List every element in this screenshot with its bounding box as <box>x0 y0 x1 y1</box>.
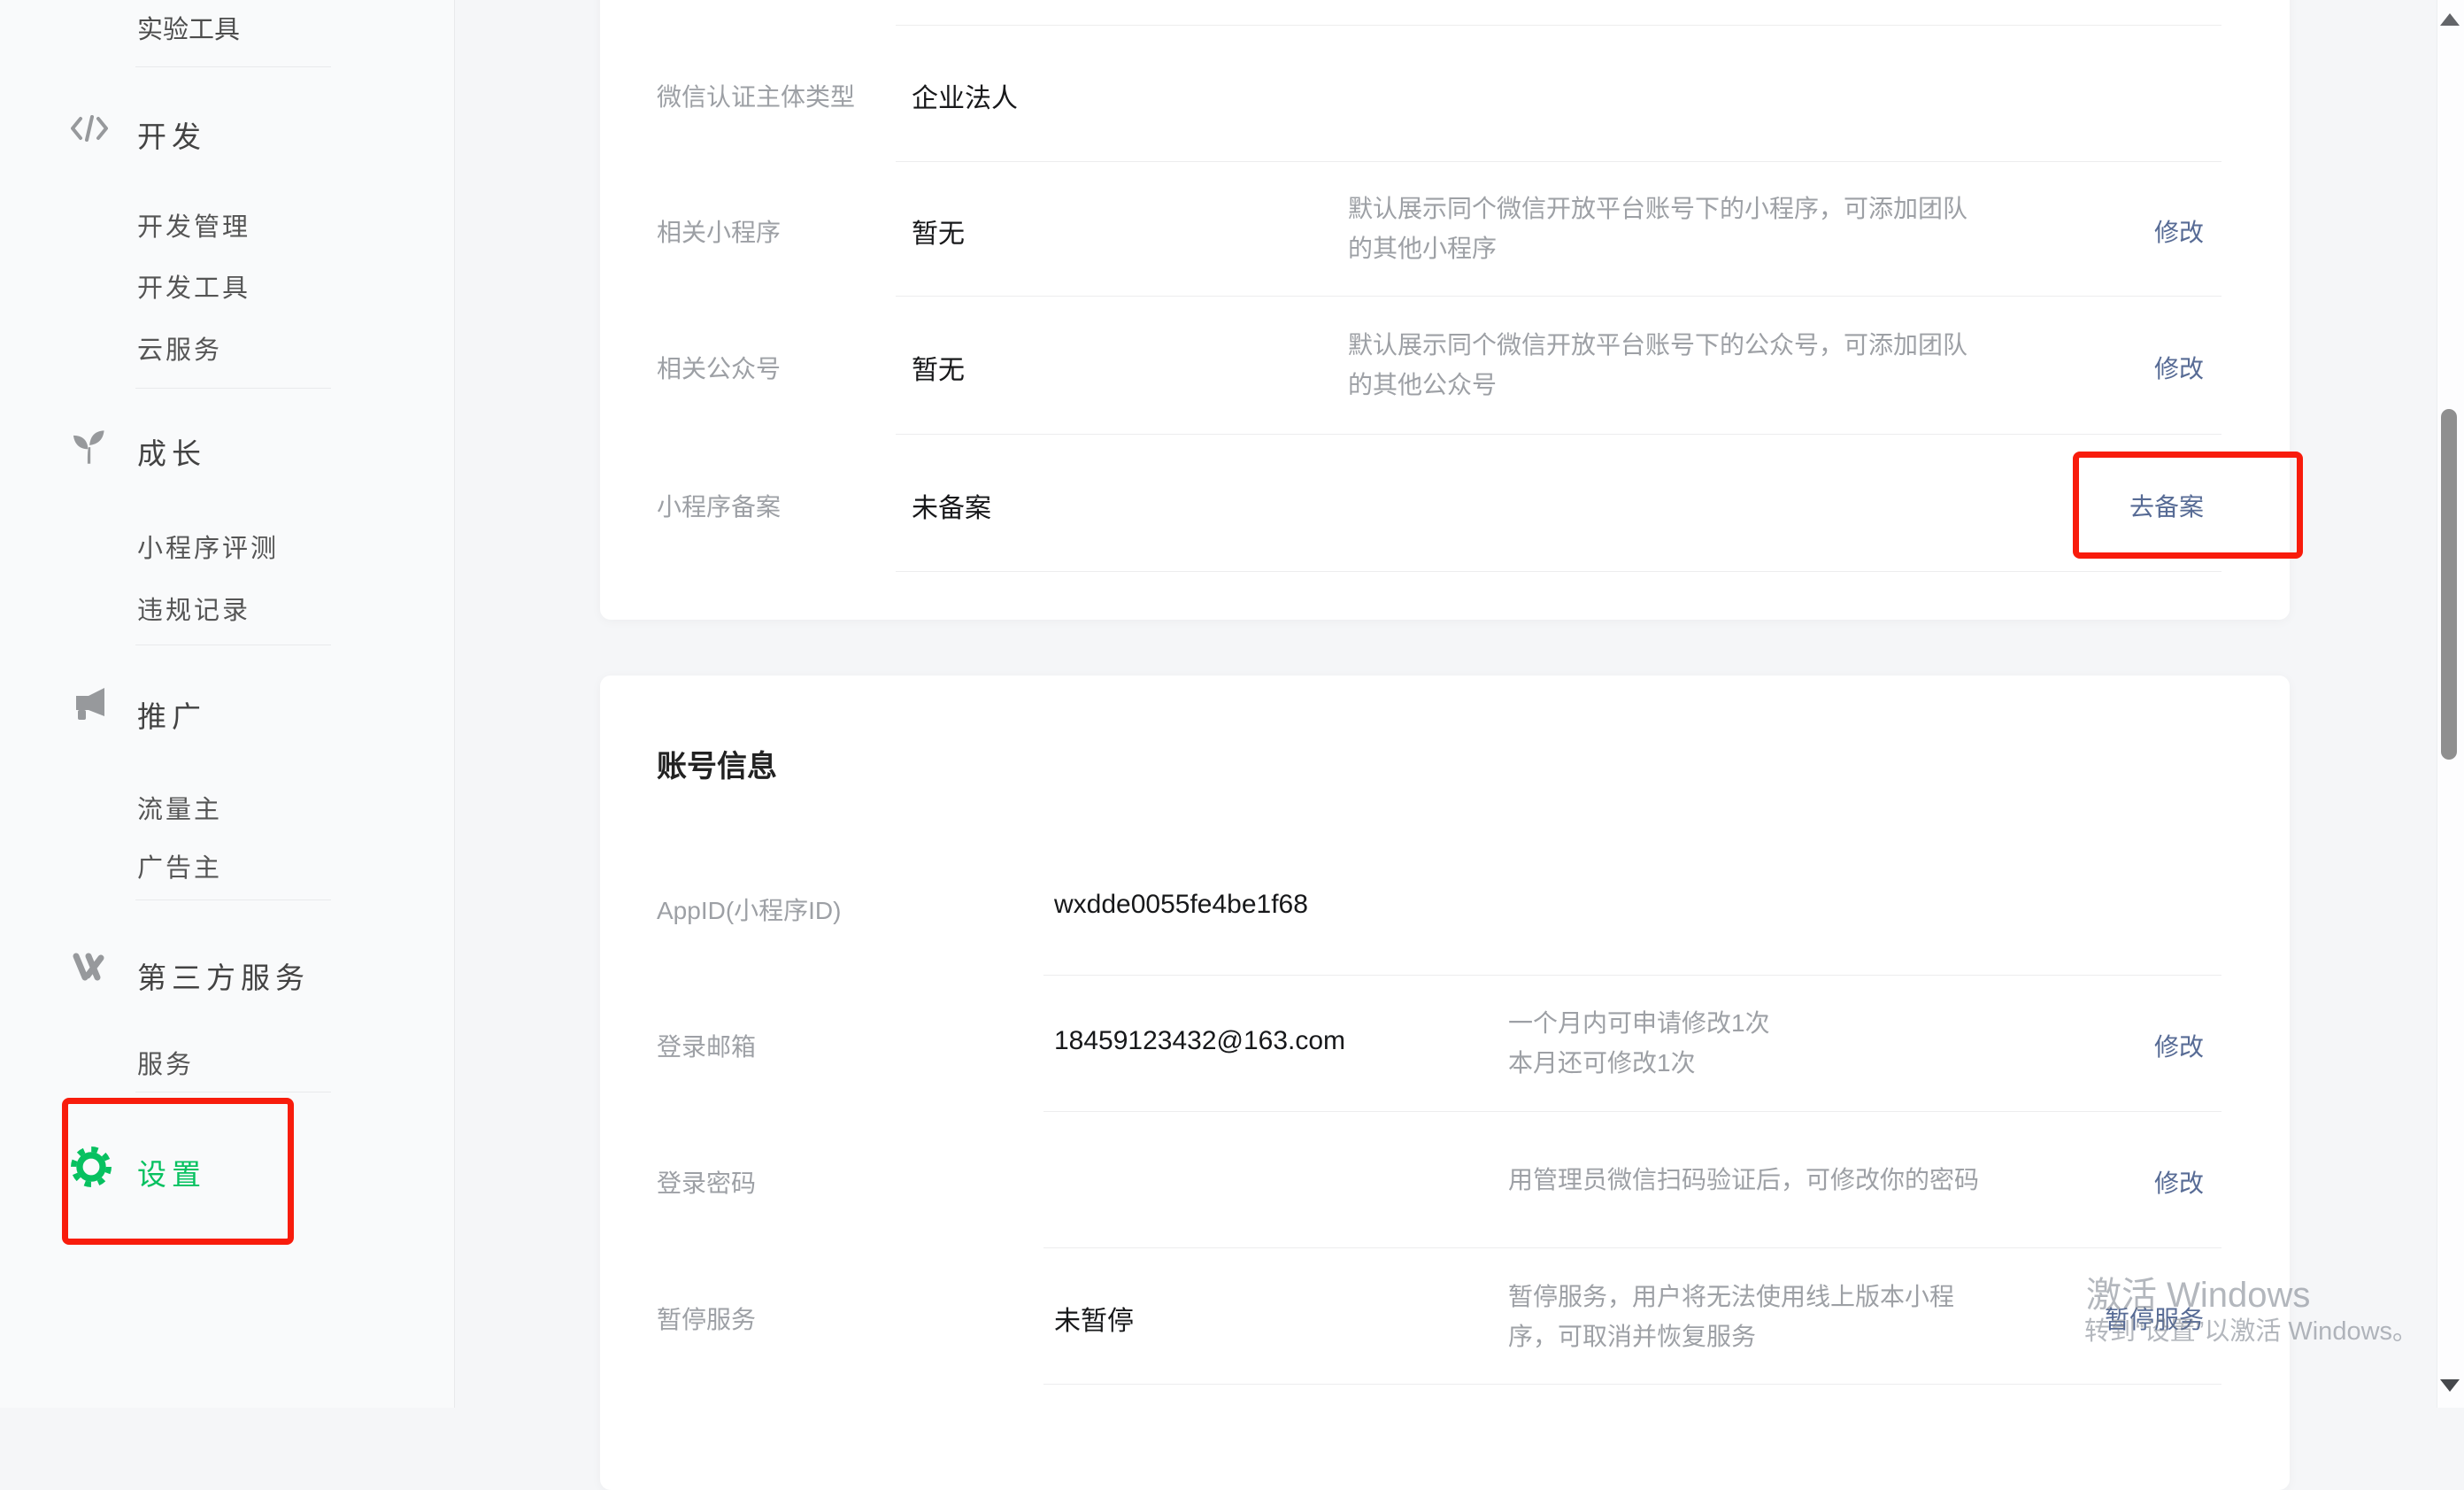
field-value-suspend-service: 未暂停 <box>1054 1299 1134 1338</box>
megaphone-icon <box>69 686 110 728</box>
third-party-icon <box>69 949 110 989</box>
scroll-down-arrow-icon[interactable] <box>2440 1379 2460 1392</box>
modify-login-password-link[interactable]: 修改 <box>2154 1164 2204 1200</box>
field-label-related-miniprograms: 相关小程序 <box>657 213 781 249</box>
field-label-appid: AppID(小程序ID) <box>657 892 841 927</box>
sidebar-item-dev-tools[interactable]: 开发工具 <box>137 267 250 305</box>
field-note-suspend-service: 暂停服务，用户将无法使用线上版本小程 序，可取消并恢复服务 <box>1508 1277 1954 1356</box>
sidebar-section-third-party[interactable]: 第三方服务 <box>137 954 310 997</box>
scrollbar-thumb[interactable] <box>2441 409 2457 760</box>
sidebar-item-advertiser[interactable]: 广告主 <box>137 847 222 884</box>
field-note-related-official-accounts: 默认展示同个微信开放平台账号下的公众号，可添加团队 的其他公众号 <box>1348 325 1967 405</box>
sidebar-item-violation-records[interactable]: 违规记录 <box>137 590 250 627</box>
row-divider <box>896 434 2221 435</box>
scroll-up-arrow-icon[interactable] <box>2440 13 2460 26</box>
sidebar-divider <box>135 899 331 900</box>
sidebar-section-dev[interactable]: 开发 <box>137 113 206 156</box>
modify-related-official-accounts-link[interactable]: 修改 <box>2154 350 2204 385</box>
sidebar-item-cloud-service[interactable]: 云服务 <box>137 329 222 367</box>
field-label-suspend-service: 暂停服务 <box>657 1301 756 1336</box>
field-value-miniprogram-icp-filing: 未备案 <box>912 486 991 525</box>
field-value-related-miniprograms: 暂无 <box>912 212 965 251</box>
sidebar-divider <box>135 388 331 389</box>
field-label-login-password: 登录密码 <box>657 1164 756 1200</box>
sidebar-divider <box>135 66 331 67</box>
row-divider <box>896 161 2221 162</box>
field-note-login-password: 用管理员微信扫码验证后，可修改你的密码 <box>1508 1160 1979 1200</box>
sidebar-item-miniprogram-evaluation[interactable]: 小程序评测 <box>137 528 279 565</box>
field-label-login-email: 登录邮箱 <box>657 1028 756 1063</box>
sidebar-item-dev-manage[interactable]: 开发管理 <box>137 206 250 243</box>
account-info-title: 账号信息 <box>657 742 777 785</box>
go-to-icp-filing-link[interactable]: 去备案 <box>2129 488 2204 523</box>
field-label-related-official-accounts: 相关公众号 <box>657 350 781 385</box>
gear-icon <box>71 1146 112 1192</box>
sidebar-item-experiment-tools[interactable]: 实验工具 <box>137 9 240 46</box>
field-label-cert-subject-type: 微信认证主体类型 <box>657 78 855 113</box>
account-info-card: 账号信息 AppID(小程序ID) wxdde0055fe4be1f68 登录邮… <box>600 676 2290 1490</box>
row-divider <box>1043 1384 2221 1385</box>
row-divider <box>1043 975 2221 976</box>
sprout-icon <box>69 427 108 470</box>
sidebar-section-settings[interactable]: 设置 <box>137 1151 206 1193</box>
field-note-login-email: 一个月内可申请修改1次 本月还可修改1次 <box>1508 1003 1770 1083</box>
row-divider <box>1043 1247 2221 1248</box>
modify-related-miniprograms-link[interactable]: 修改 <box>2154 213 2204 249</box>
field-value-appid: wxdde0055fe4be1f68 <box>1054 890 1308 920</box>
sidebar: 实验工具 开发 开发管理 开发工具 云服务 成长 小程序评测 违规记录 推广 流… <box>0 0 455 1408</box>
sidebar-item-traffic-owner[interactable]: 流量主 <box>137 789 222 826</box>
sidebar-item-service[interactable]: 服务 <box>137 1044 194 1081</box>
field-value-login-email: 18459123432@163.com <box>1054 1026 1345 1056</box>
wechat-miniprogram-settings-page: { "colors": { "accent_green": "#07c160",… <box>0 0 2464 1408</box>
sidebar-section-promotion[interactable]: 推广 <box>137 693 206 736</box>
sidebar-section-growth[interactable]: 成长 <box>137 430 206 473</box>
field-value-related-official-accounts: 暂无 <box>912 348 965 387</box>
field-note-related-miniprograms: 默认展示同个微信开放平台账号下的小程序，可添加团队 的其他小程序 <box>1348 189 1967 268</box>
row-divider <box>896 296 2221 297</box>
code-icon <box>69 111 110 151</box>
modify-login-email-link[interactable]: 修改 <box>2154 1028 2204 1063</box>
suspend-service-link[interactable]: 暂停服务 <box>2105 1301 2204 1336</box>
field-label-miniprogram-icp-filing: 小程序备案 <box>657 488 781 523</box>
row-divider <box>1043 1111 2221 1112</box>
account-relations-card: 微信认证主体类型 企业法人 相关小程序 暂无 默认展示同个微信开放平台账号下的小… <box>600 0 2290 620</box>
row-divider <box>896 25 2221 26</box>
field-value-cert-subject-type: 企业法人 <box>912 76 1018 115</box>
row-divider <box>896 571 2221 572</box>
